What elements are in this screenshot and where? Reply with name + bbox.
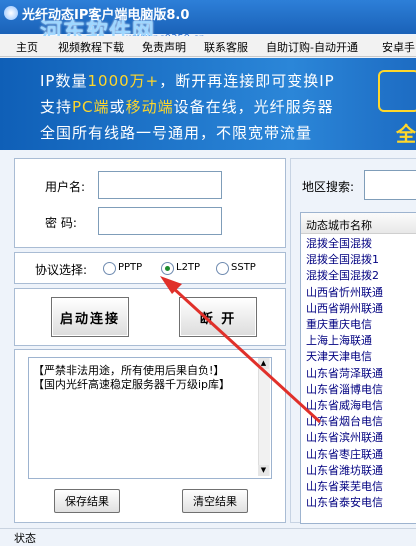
status-bar (0, 528, 416, 543)
status-text: 状态 (14, 532, 36, 545)
annotation-arrow (160, 276, 322, 424)
